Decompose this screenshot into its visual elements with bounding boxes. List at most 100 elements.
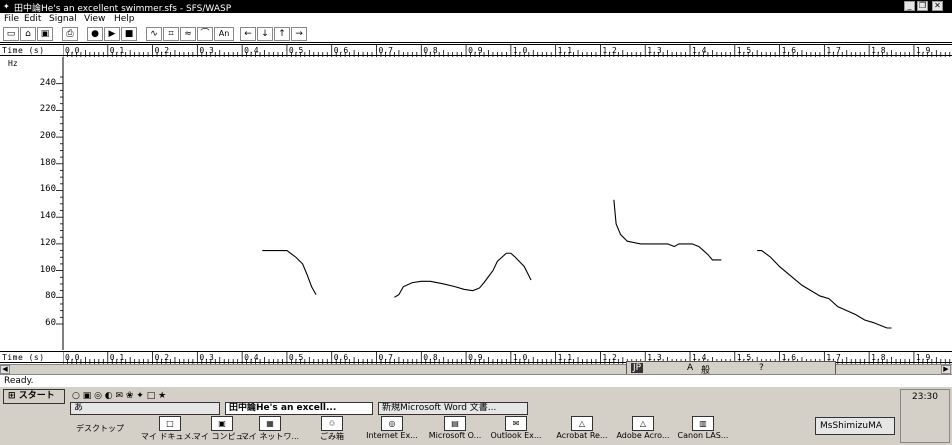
shortcut-label: マイ ドキュメ... bbox=[140, 432, 200, 441]
menu-help[interactable]: Help bbox=[114, 14, 135, 24]
minimize-button[interactable]: _ bbox=[904, 1, 915, 11]
shortcut-icon: ✉ bbox=[505, 416, 527, 431]
desktop-shortcut[interactable]: △ Acrobat Re... bbox=[552, 416, 612, 444]
shortcut-icon: ◎ bbox=[381, 416, 403, 431]
shortcut-icon: ♲ bbox=[321, 416, 343, 431]
annotate-button[interactable]: An bbox=[214, 27, 234, 41]
scroll-right-icon[interactable]: ▶ bbox=[941, 365, 951, 374]
ime-help[interactable]: ? bbox=[759, 363, 764, 373]
time-tick-label-bottom: 0.3 bbox=[199, 353, 214, 362]
time-tick-label-bottom: 0.5 bbox=[289, 353, 304, 362]
y-tick-label: 60 bbox=[45, 318, 56, 328]
spectrogram-icon[interactable]: ⌗ bbox=[163, 27, 179, 41]
time-axis-ruler-top: 0.0 0.1 0.2 0.3 0.4 0.5 0.6 0.7 0.8 0.9 1.0 1.1 1.2 1… bbox=[63, 45, 951, 57]
time-tick-label-bottom: 1.9 bbox=[916, 353, 931, 362]
shortcut-label: Internet Ex... bbox=[366, 431, 418, 440]
save-icon[interactable]: ▣ bbox=[37, 27, 53, 41]
record-icon[interactable]: ● bbox=[87, 27, 103, 41]
time-tick-label-top: 1.2 bbox=[602, 46, 617, 55]
ime-toolbar[interactable]: JP A 般 ? bbox=[626, 361, 836, 376]
menu-edit[interactable]: Edit bbox=[24, 14, 41, 24]
shortcut-icon: ▥ bbox=[692, 416, 714, 431]
time-tick-label-bottom: 0.0 bbox=[65, 353, 80, 362]
clock: 23:30 bbox=[912, 392, 938, 402]
task-word[interactable]: 新規Microsoft Word 文書... bbox=[378, 402, 528, 415]
desktop-shortcut[interactable]: △ Adobe Acro... bbox=[613, 416, 673, 444]
time-tick-label-top: 0.5 bbox=[289, 46, 304, 55]
arrow-left-icon[interactable]: ← bbox=[240, 27, 256, 41]
shortcut-icon: △ bbox=[632, 416, 654, 431]
user-task[interactable]: MsShimizuMA bbox=[815, 417, 895, 435]
shortcut-label: Acrobat Re... bbox=[556, 431, 608, 440]
ime-input-char[interactable]: A bbox=[687, 363, 693, 373]
pitch-contour-3 bbox=[613, 199, 722, 261]
y-tick-label: 100 bbox=[39, 264, 56, 275]
time-tick-label-bottom: 1.1 bbox=[558, 353, 573, 362]
app-icon: ✦ bbox=[3, 2, 10, 11]
desktop-shortcut[interactable]: ♲ ごみ箱 bbox=[302, 416, 362, 444]
desktop-shortcut[interactable]: ▥ Canon LAS... bbox=[673, 416, 733, 444]
formant-icon[interactable]: ≈ bbox=[180, 27, 196, 41]
toolbar: ▭ ⌂ ▣ ⎙ ● ▶ ■ ∿ ⌗ ≈ ⌒ An ← ↓ ↑ → bbox=[0, 26, 952, 43]
shortcut-label: Canon LAS... bbox=[677, 431, 729, 440]
pitch-contour-1 bbox=[262, 250, 317, 295]
desktop-shortcut[interactable]: □ マイ ドキュメ... bbox=[140, 416, 200, 444]
menu-view[interactable]: View bbox=[84, 14, 105, 24]
new-file-icon[interactable]: ▭ bbox=[3, 27, 19, 41]
pitch-icon[interactable]: ⌒ bbox=[197, 27, 213, 41]
time-tick-label-bottom: 0.7 bbox=[379, 353, 394, 362]
print-icon[interactable]: ⎙ bbox=[62, 27, 78, 41]
desktop-shortcut[interactable]: ▤ Microsoft O... bbox=[425, 416, 485, 444]
y-tick-label: 160 bbox=[39, 184, 56, 195]
time-tick-label-top: 1.1 bbox=[558, 46, 573, 55]
close-button[interactable]: ✕ bbox=[932, 1, 943, 11]
menu-signal[interactable]: Signal bbox=[49, 14, 77, 24]
time-tick-label-bottom: 0.9 bbox=[468, 353, 483, 362]
start-button[interactable]: ⊞ スタート bbox=[3, 389, 65, 404]
time-tick-label-bottom: 0.2 bbox=[155, 353, 170, 362]
desktop-shortcut[interactable]: ▦ マイ ネットワ... bbox=[240, 416, 300, 444]
play-icon[interactable]: ▶ bbox=[104, 27, 120, 41]
menu-bar: File Edit Signal View Help bbox=[0, 13, 952, 26]
pitch-plot bbox=[0, 57, 952, 350]
taskbar: ⊞ スタート ○ ▣ ◎ ◐ ✉ ❀ ✦ □ ★ あ 田中論He's an ex… bbox=[0, 386, 952, 445]
time-tick-label-top: 1.5 bbox=[737, 46, 752, 55]
time-tick-label-bottom: 0.6 bbox=[334, 353, 349, 362]
time-tick-label-top: 1.9 bbox=[916, 46, 931, 55]
start-label: スタート bbox=[18, 391, 55, 401]
desktop-shortcut[interactable]: ◎ Internet Ex... bbox=[362, 416, 422, 444]
time-tick-label-bottom: 0.1 bbox=[110, 353, 125, 362]
arrow-right-icon[interactable]: → bbox=[291, 27, 307, 41]
time-tick-label-top: 0.6 bbox=[334, 46, 349, 55]
time-tick-label-top: 0.7 bbox=[379, 46, 394, 55]
title-bar: ✦ 田中論He's an excellent swimmer.sfs - SFS… bbox=[0, 0, 952, 14]
task-ime[interactable]: あ bbox=[70, 402, 220, 415]
task-sfs-wasp[interactable]: 田中論He's an excell... bbox=[225, 402, 373, 415]
quick-launch: ○ ▣ ◎ ◐ ✉ ❀ ✦ □ ★ bbox=[72, 391, 167, 401]
time-tick-label-top: 0.9 bbox=[468, 46, 483, 55]
restore-button[interactable]: ❐ bbox=[917, 1, 928, 11]
time-axis-label-bottom: Time (s) bbox=[2, 353, 45, 362]
open-folder-icon[interactable]: ⌂ bbox=[20, 27, 36, 41]
time-tick-label-bottom: 0.4 bbox=[244, 353, 259, 362]
shortcut-icon: ▣ bbox=[211, 416, 233, 431]
time-tick-label-top: 1.8 bbox=[871, 46, 886, 55]
shortcut-icon: ▦ bbox=[259, 416, 281, 431]
time-tick-label-top: 1.7 bbox=[826, 46, 841, 55]
stop-icon[interactable]: ■ bbox=[121, 27, 137, 41]
scroll-left-icon[interactable]: ◀ bbox=[0, 365, 10, 374]
menu-file[interactable]: File bbox=[4, 14, 19, 24]
time-tick-label-top: 1.0 bbox=[513, 46, 528, 55]
desktop-shortcut[interactable]: ✉ Outlook Ex... bbox=[486, 416, 546, 444]
y-tick-label: 240 bbox=[39, 77, 56, 88]
shortcut-label: Adobe Acro... bbox=[616, 431, 670, 440]
ime-mode[interactable]: JP bbox=[631, 363, 644, 373]
shortcut-icon: △ bbox=[571, 416, 593, 431]
waveform-icon[interactable]: ∿ bbox=[146, 27, 162, 41]
arrow-down-icon[interactable]: ↓ bbox=[257, 27, 273, 41]
arrow-up-icon[interactable]: ↑ bbox=[274, 27, 290, 41]
shortcut-label: Microsoft O... bbox=[428, 431, 482, 440]
time-tick-label-top: 0.4 bbox=[244, 46, 259, 55]
time-tick-label-bottom: 1.2 bbox=[602, 353, 617, 362]
desktop-label: デスクトップ bbox=[76, 424, 124, 433]
